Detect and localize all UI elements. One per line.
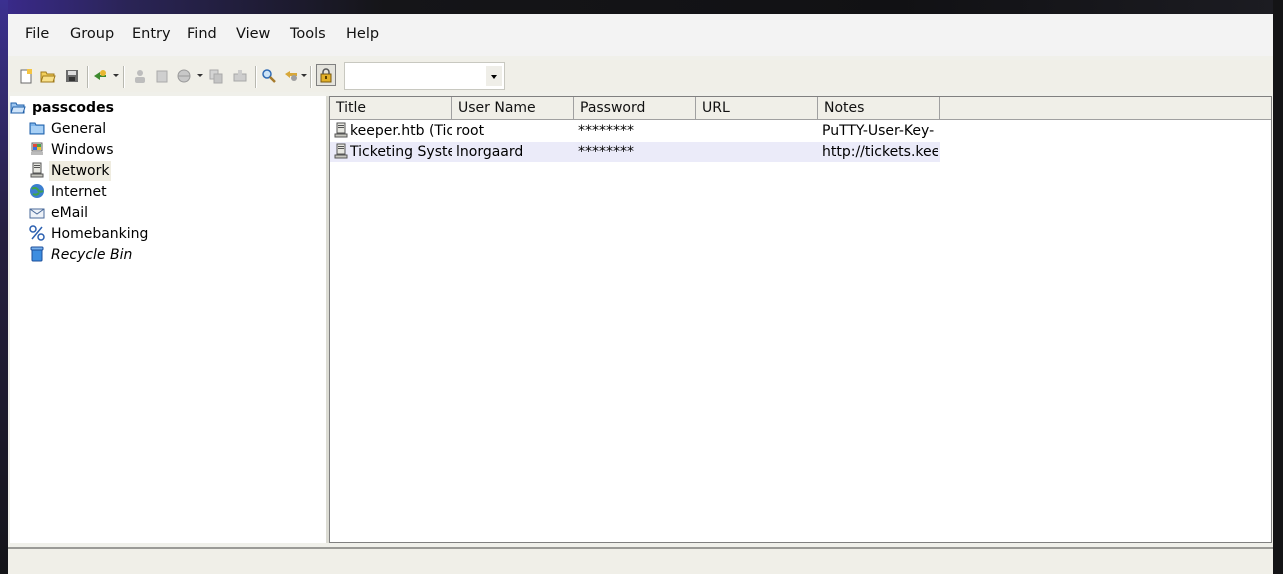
tree-item-label: Network [49, 161, 112, 181]
entry-notes: PuTTY-User-Key- [822, 123, 935, 139]
new-database-icon[interactable] [18, 68, 34, 84]
percent-icon [29, 225, 45, 241]
tree-item-label: Homebanking [51, 226, 149, 242]
entry-password: ******** [578, 144, 634, 160]
toolbar-separator [310, 66, 312, 88]
desktop-background [0, 0, 1283, 14]
menu-bar: File Group Entry Find View Tools Help [8, 14, 1273, 56]
entry-notes: http://tickets.keep [822, 144, 938, 160]
column-header-password[interactable]: Password [574, 97, 696, 119]
table-row[interactable]: Ticketing Syster lnorgaard ******** http… [330, 142, 940, 162]
menu-tools[interactable]: Tools [290, 26, 326, 42]
tree-item-label: General [51, 121, 107, 137]
folder-open-icon [10, 102, 26, 114]
toolbar-separator [255, 66, 257, 88]
add-entry-dropdown-caret[interactable] [113, 74, 119, 77]
toolbar-separator [123, 66, 125, 88]
column-header-username[interactable]: User Name [452, 97, 574, 119]
tree-item-label: Recycle Bin [51, 247, 133, 263]
column-header-notes[interactable]: Notes [818, 97, 940, 119]
desktop-edge-right [1273, 0, 1283, 574]
copy-entry-icon[interactable] [208, 68, 224, 84]
windows-icon [31, 142, 43, 155]
network-icon [334, 143, 348, 159]
list-header: Title User Name Password URL Notes [330, 97, 1271, 120]
entry-list: Title User Name Password URL Notes keepe… [329, 96, 1272, 543]
entry-url [700, 121, 814, 141]
tree-item-label: Windows [51, 142, 114, 158]
menu-view[interactable]: View [236, 26, 270, 42]
toolbar [8, 60, 1273, 92]
folder-icon [29, 122, 45, 135]
network-icon [30, 162, 44, 178]
menu-help[interactable]: Help [346, 26, 379, 42]
entry-password: ******** [578, 123, 634, 139]
find-options-dropdown-caret[interactable] [301, 74, 307, 77]
add-entry-icon[interactable] [92, 68, 108, 84]
toolbar-separator [87, 66, 89, 88]
save-database-icon[interactable] [64, 68, 80, 84]
lock-workspace-button[interactable] [316, 64, 336, 86]
quick-find-combobox[interactable] [344, 62, 505, 90]
autotype-icon[interactable] [232, 68, 248, 84]
entry-title: keeper.htb (Tick [350, 123, 452, 139]
chevron-down-icon[interactable] [486, 66, 502, 86]
open-database-icon[interactable] [40, 68, 56, 84]
tree-root-label: passcodes [32, 100, 114, 116]
table-row[interactable]: keeper.htb (Tick root ******** PuTTY-Use… [330, 121, 940, 141]
open-url-icon[interactable] [176, 68, 192, 84]
globe-icon [30, 184, 44, 198]
column-header-url[interactable]: URL [696, 97, 818, 119]
desktop-edge [0, 0, 8, 574]
entry-url [700, 142, 814, 162]
tree-item-label: eMail [51, 205, 89, 221]
tree-item-label: Internet [51, 184, 107, 200]
entry-username: lnorgaard [456, 144, 524, 160]
copy-username-icon[interactable] [132, 68, 148, 84]
network-icon [334, 122, 348, 138]
copy-password-icon[interactable] [154, 68, 170, 84]
entry-title: Ticketing Syster [350, 144, 452, 160]
status-bar [8, 547, 1273, 574]
group-tree: passcodes General Windows Network Intern… [10, 96, 327, 543]
find-icon[interactable] [261, 68, 277, 84]
email-icon [29, 208, 45, 219]
open-url-dropdown-caret[interactable] [197, 74, 203, 77]
menu-entry[interactable]: Entry [132, 26, 171, 42]
menu-file[interactable]: File [25, 26, 49, 42]
keepass-window: File Group Entry Find View Tools Help pa… [8, 14, 1273, 574]
find-options-icon[interactable] [284, 68, 300, 84]
menu-find[interactable]: Find [187, 26, 217, 42]
menu-group[interactable]: Group [70, 26, 114, 42]
recycle-bin-icon [30, 246, 44, 262]
column-header-title[interactable]: Title [330, 97, 452, 119]
lock-icon [320, 68, 332, 83]
entry-username: root [456, 123, 485, 139]
